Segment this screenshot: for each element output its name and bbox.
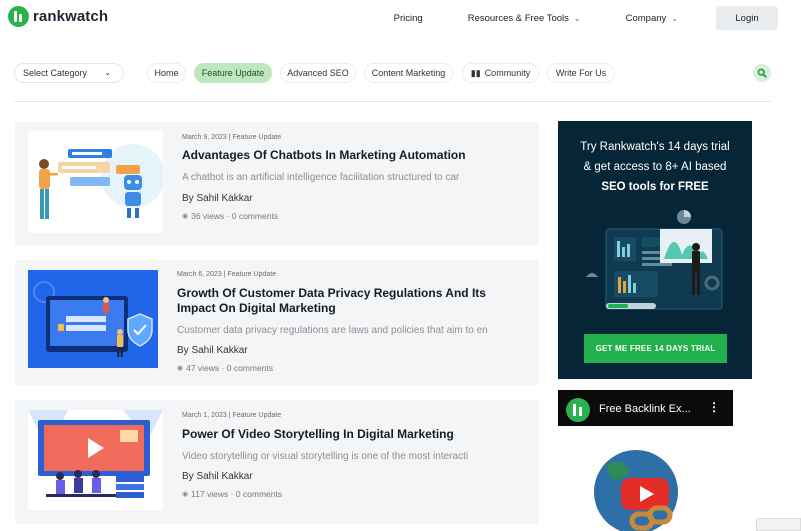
pill-feature-update-label: Feature Update: [201, 68, 265, 78]
category-divider: [14, 101, 771, 102]
article-stats: ◉ 47 views · 0 comments: [177, 363, 273, 373]
article-card[interactable]: March 1, 2023 | Feature Update Power Of …: [15, 400, 539, 524]
promo-line-2: & get access to 8+ AI based: [583, 161, 727, 173]
pill-advanced-seo-label: Advanced SEO: [287, 68, 349, 78]
login-button[interactable]: Login: [716, 6, 778, 30]
nav-resources-label: Resources & Free Tools: [467, 12, 569, 24]
pill-feature-update[interactable]: Feature Update: [194, 63, 272, 83]
nav-company-label: Company: [625, 12, 667, 24]
pill-write-for-us[interactable]: Write For Us: [547, 63, 615, 83]
trial-promo-banner[interactable]: Try Rankwatch's 14 days trial & get acce…: [558, 121, 752, 379]
community-icon: ▮▮: [470, 67, 481, 78]
article-author[interactable]: By Sahil Kakkar: [177, 345, 248, 356]
article-stats: ◉ 117 views · 0 comments: [182, 489, 282, 499]
pill-home[interactable]: Home: [147, 63, 186, 83]
article-meta: March 6, 2023 | Feature Update: [177, 271, 277, 278]
eye-icon: ◉: [182, 213, 189, 220]
promo-line-3: SEO tools for FREE: [601, 181, 709, 193]
recaptcha-badge: [756, 518, 801, 531]
article-author[interactable]: By Sahil Kakkar: [182, 471, 253, 482]
article-title[interactable]: Growth Of Customer Data Privacy Regulati…: [177, 286, 527, 316]
pill-write-for-us-label: Write For Us: [555, 68, 607, 78]
article-card[interactable]: March 9, 2023 | Feature Update Advantage…: [15, 122, 539, 245]
article-stats: ◉ 36 views · 0 comments: [182, 211, 278, 221]
article-meta: March 9, 2023 | Feature Update: [182, 134, 282, 141]
pill-community-label: Community: [484, 68, 531, 78]
pill-content-marketing[interactable]: Content Marketing: [364, 63, 453, 83]
article-title[interactable]: Advantages Of Chatbots In Marketing Auto…: [182, 148, 466, 163]
article-stats-text: 47 views · 0 comments: [186, 363, 274, 373]
video-thumbnail: [558, 426, 733, 531]
chevron-down-icon: ⌄: [671, 13, 678, 23]
article-stats-text: 36 views · 0 comments: [191, 211, 279, 221]
article-title[interactable]: Power Of Video Storytelling In Digital M…: [182, 427, 454, 442]
channel-avatar[interactable]: [566, 398, 590, 422]
article-stats-text: 117 views · 0 comments: [191, 489, 283, 499]
logo-text: rankwatch: [33, 8, 109, 25]
nav-resources[interactable]: Resources & Free Tools ⌄: [468, 13, 581, 24]
article-card[interactable]: March 6, 2023 | Feature Update Growth Of…: [15, 260, 539, 385]
pill-content-marketing-label: Content Marketing: [371, 68, 446, 78]
pill-home-label: Home: [154, 68, 179, 78]
article-meta: March 1, 2023 | Feature Update: [182, 412, 282, 419]
top-navigation: rankwatch Pricing Resources & Free Tools…: [0, 0, 801, 40]
chatbot-illustration: [28, 131, 163, 233]
select-category-label: Select Category: [23, 68, 88, 78]
rankwatch-logo-icon: [8, 6, 29, 27]
nav-pricing[interactable]: Pricing: [394, 13, 423, 24]
category-bar: Select Category ⌄ Home Feature Update Ad…: [14, 62, 771, 84]
search-icon: [757, 68, 767, 78]
search-button[interactable]: [753, 64, 771, 82]
data-privacy-illustration: [28, 270, 158, 368]
nav-company[interactable]: Company ⌄: [626, 13, 678, 24]
video-storytelling-illustration: [28, 410, 163, 510]
chevron-down-icon: ⌄: [573, 13, 581, 23]
article-excerpt: Video storytelling or visual storytellin…: [182, 451, 469, 462]
eye-icon: ◉: [182, 491, 189, 498]
rankwatch-logo[interactable]: rankwatch: [8, 6, 108, 27]
pill-community[interactable]: ▮▮ Community: [462, 63, 539, 83]
video-title-bar: Free Backlink Ex... ⋮: [558, 390, 733, 426]
free-trial-cta-button[interactable]: GET ME FREE 14 DAYS TRIAL: [584, 334, 727, 363]
chevron-down-icon: ⌄: [104, 68, 111, 77]
select-category-dropdown[interactable]: Select Category ⌄: [14, 63, 124, 83]
main-nav: Pricing Resources & Free Tools ⌄ Company…: [394, 6, 778, 30]
dashboard-illustration: [586, 210, 723, 310]
article-author[interactable]: By Sahil Kakkar: [182, 193, 253, 204]
eye-icon: ◉: [177, 365, 184, 372]
promo-line-1: Try Rankwatch's 14 days trial: [580, 141, 730, 153]
more-options-icon[interactable]: ⋮: [708, 400, 720, 414]
article-excerpt: Customer data privacy regulations are la…: [177, 325, 488, 336]
video-title[interactable]: Free Backlink Ex...: [599, 403, 691, 415]
pill-advanced-seo[interactable]: Advanced SEO: [280, 63, 356, 83]
nav-pricing-label: Pricing: [393, 12, 423, 24]
article-excerpt: A chatbot is an artificial intelligence …: [182, 172, 460, 183]
youtube-video-embed[interactable]: Free Backlink Ex... ⋮: [558, 390, 733, 531]
